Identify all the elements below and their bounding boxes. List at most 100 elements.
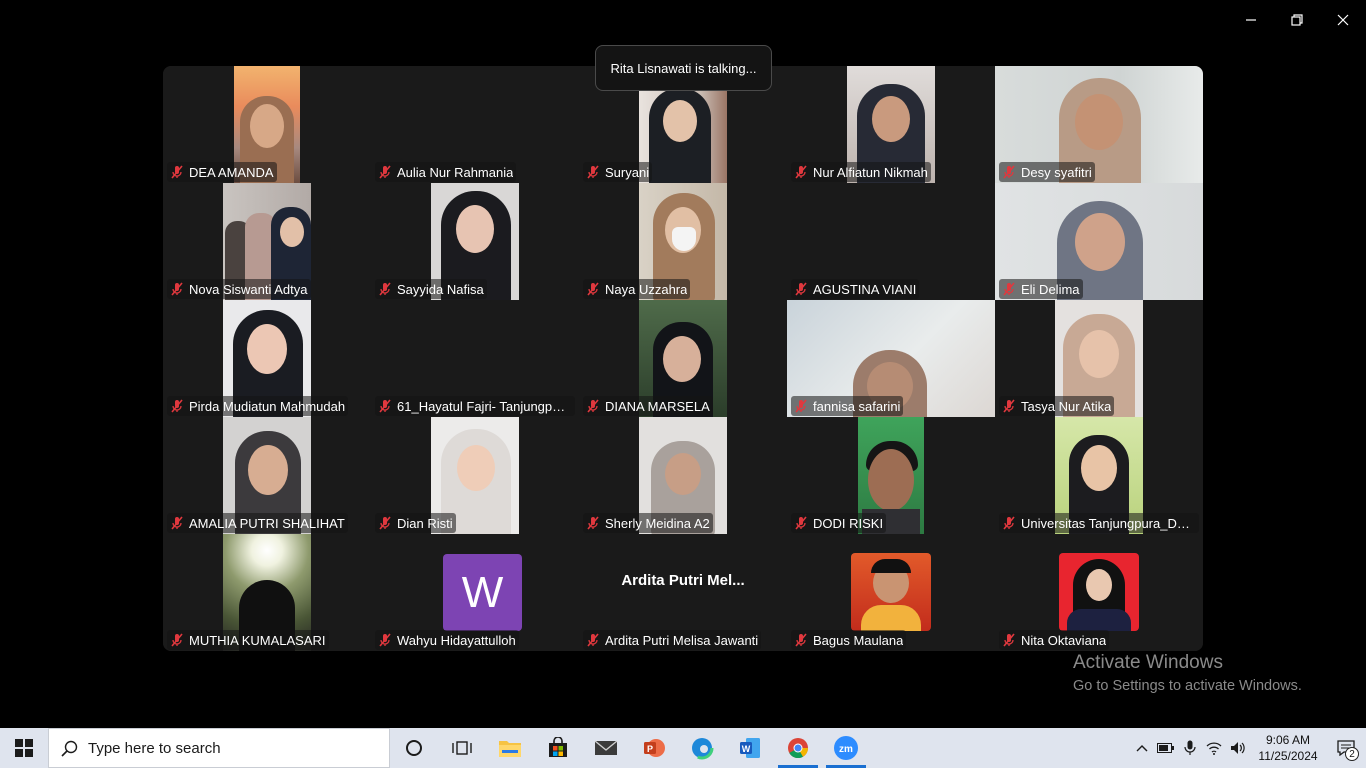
close-button[interactable] [1320,0,1366,40]
task-view-button[interactable] [438,728,486,768]
participant-tile[interactable]: Universitas Tanjungpura_Della... [995,417,1203,534]
participant-name: Universitas Tanjungpura_Della... [1021,515,1196,531]
participant-tile[interactable]: Tasya Nur Atika [995,300,1203,417]
participant-tile[interactable]: Dian Risti [371,417,579,534]
participant-name: Dian Risti [397,515,453,531]
folder-icon [499,741,521,757]
participant-name: Nova Siswanti Adtya [189,281,308,297]
muted-mic-icon [795,282,807,296]
participant-name: Suryani [605,164,650,180]
participant-tile[interactable]: MUTHIA KUMALASARI [163,534,371,651]
store-icon [549,737,567,757]
participant-tile[interactable]: Eli Delima [995,183,1203,300]
activate-windows-watermark: Activate Windows Go to Settings to activ… [1073,652,1302,694]
window-controls [1228,0,1366,40]
participant-tile[interactable]: DEA AMANDA [163,66,371,183]
participant-tile[interactable]: Sayyida Nafisa [371,183,579,300]
muted-mic-icon [379,165,391,179]
muted-mic-icon [795,516,807,530]
taskbar-chrome[interactable] [774,728,822,768]
taskbar-zoom[interactable]: zm [822,728,870,768]
participant-name: Bagus Maulana [813,632,904,648]
participant-tile[interactable]: DIANA MARSELA [579,300,787,417]
gallery-view: DEA AMANDA Aulia Nur Rahmania Suryani Nu… [163,66,1203,651]
speaker-icon [1231,742,1245,754]
taskbar-powerpoint[interactable]: P [630,728,678,768]
participant-tile[interactable]: Nita Oktaviana [995,534,1203,651]
muted-mic-icon [1003,165,1015,179]
participant-tile[interactable]: fannisa safarini [787,300,995,417]
participant-tile[interactable]: DODI RISKI [787,417,995,534]
tray-overflow-button[interactable] [1130,728,1154,768]
participant-tile[interactable]: AMALIA PUTRI SHALIHAT [163,417,371,534]
taskbar-search-input[interactable]: Type here to search [48,728,390,768]
participant-tile[interactable]: Aulia Nur Rahmania [371,66,579,183]
participant-name: Nita Oktaviana [1021,632,1107,648]
participant-tile[interactable]: Sherly Meidina A2 [579,417,787,534]
svg-text:zm: zm [839,744,853,755]
svg-text:P: P [647,744,653,754]
volume-button[interactable] [1226,728,1250,768]
powerpoint-icon: P [644,739,665,757]
muted-mic-icon [1003,282,1015,296]
participant-name: Wahyu Hidayattulloh [397,632,516,648]
muted-mic-icon [795,399,807,413]
network-button[interactable] [1202,728,1226,768]
participant-name: Naya Uzzahra [605,281,688,297]
task-view-icon [452,741,472,755]
taskbar: Type here to search P W zm 9:06 AM 11/25… [0,728,1366,768]
muted-mic-icon [795,633,807,647]
cortana-icon [406,740,422,756]
muted-mic-icon [795,165,807,179]
taskbar-edge[interactable] [678,728,726,768]
taskbar-file-explorer[interactable] [486,728,534,768]
microphone-button[interactable] [1178,728,1202,768]
participant-tile[interactable]: Desy syafitri [995,66,1203,183]
participant-name: Nur Alfiatun Nikmah [813,164,928,180]
participant-tile[interactable]: 61_Hayatul Fajri- Tanjungpura... [371,300,579,417]
muted-mic-icon [587,165,599,179]
participant-tile[interactable]: Bagus Maulana [787,534,995,651]
notification-count-badge: 2 [1345,747,1359,761]
zoom-icon: zm [834,736,858,760]
participant-name: Sherly Meidina A2 [605,515,710,531]
participant-name: MUTHIA KUMALASARI [189,632,326,648]
muted-mic-icon [587,516,599,530]
word-icon: W [740,738,760,758]
taskbar-word[interactable]: W [726,728,774,768]
participant-name: DIANA MARSELA [605,398,710,414]
battery-icon [1157,743,1174,753]
taskbar-clock[interactable]: 9:06 AM 11/25/2024 [1250,732,1326,764]
muted-mic-icon [171,282,183,296]
participant-name: 61_Hayatul Fajri- Tanjungpura... [397,398,572,414]
minimize-button[interactable] [1228,0,1274,40]
close-icon [1337,14,1349,26]
participant-name: AGUSTINA VIANI [813,281,917,297]
participant-name: Ardita Putri Melisa Jawanti [605,632,759,648]
battery-button[interactable] [1154,728,1178,768]
participant-tile[interactable]: Nur Alfiatun Nikmah [787,66,995,183]
participant-name: Tasya Nur Atika [1021,398,1112,414]
taskbar-mail[interactable] [582,728,630,768]
avatar: W [443,554,522,631]
participant-tile[interactable]: Ardita Putri Mel... Ardita Putri Melisa … [579,534,787,651]
start-button[interactable] [0,728,48,768]
participant-tile[interactable]: Nova Siswanti Adtya [163,183,371,300]
muted-mic-icon [171,516,183,530]
microphone-icon [1184,740,1196,755]
participant-tile[interactable]: AGUSTINA VIANI [787,183,995,300]
action-center-button[interactable]: 2 [1326,728,1366,768]
participant-name: AMALIA PUTRI SHALIHAT [189,515,345,531]
chevron-up-icon [1136,745,1148,752]
participant-name: Pirda Mudiatun Mahmudah [189,398,346,414]
muted-mic-icon [379,282,391,296]
participant-tile[interactable]: Naya Uzzahra [579,183,787,300]
muted-mic-icon [171,399,183,413]
clock-date: 11/25/2024 [1258,749,1318,763]
participant-tile[interactable]: W Wahyu Hidayattulloh [371,534,579,651]
cortana-button[interactable] [390,728,438,768]
muted-mic-icon [379,399,391,413]
restore-button[interactable] [1274,0,1320,40]
participant-tile[interactable]: Pirda Mudiatun Mahmudah [163,300,371,417]
taskbar-microsoft-store[interactable] [534,728,582,768]
